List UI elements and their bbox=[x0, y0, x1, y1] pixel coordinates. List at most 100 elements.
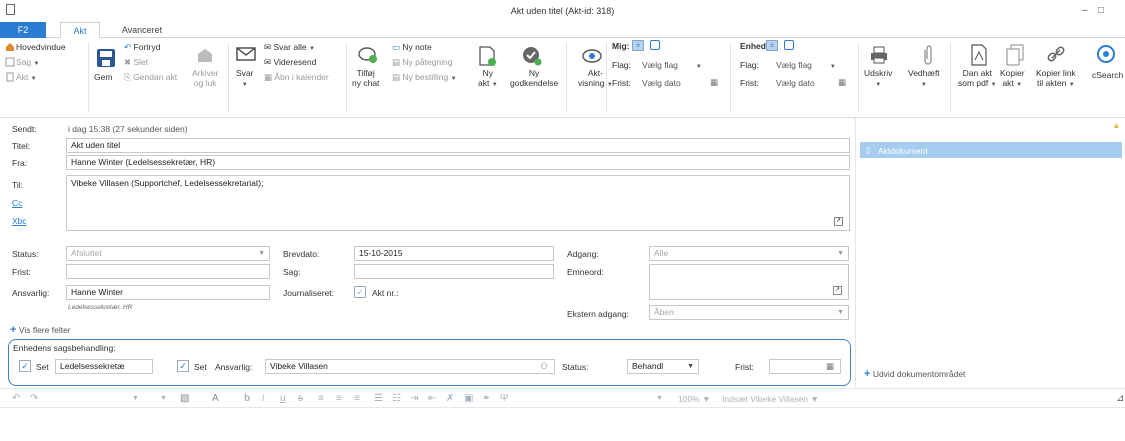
ext-access-select[interactable]: Åben ▼ bbox=[649, 305, 849, 320]
font-dropdown[interactable]: ▼ bbox=[132, 395, 139, 402]
insert-select[interactable]: Indsæt Vibeke Villasen ▼ bbox=[722, 394, 819, 404]
delete-button[interactable]: ✖ Slet bbox=[124, 57, 148, 68]
expand-documents-link[interactable]: + Udvid dokumentområdet bbox=[864, 368, 965, 380]
bold-icon[interactable]: b bbox=[244, 393, 250, 404]
case-field[interactable] bbox=[354, 264, 554, 279]
new-note-button[interactable]: ▭ Ny note bbox=[392, 42, 432, 53]
minimize-button[interactable]: – bbox=[1082, 5, 1088, 16]
align-left-icon[interactable]: ≡ bbox=[318, 393, 324, 404]
add-chat-button[interactable]: Tilføj ny chat bbox=[352, 68, 379, 88]
size-dropdown[interactable]: ▼ bbox=[160, 395, 167, 402]
print-button[interactable]: Udskriv ▼ bbox=[864, 68, 892, 90]
keywords-field[interactable]: ↗ bbox=[649, 264, 849, 300]
case-button[interactable]: Sag ▼ bbox=[16, 57, 39, 67]
clear-format-icon[interactable]: ✗ bbox=[446, 393, 454, 404]
letterdate-field[interactable]: 15-10-2015 bbox=[354, 246, 554, 261]
order-icon: ▤ bbox=[392, 72, 401, 82]
me-flag-select[interactable]: Vælg flag ▼ bbox=[642, 60, 702, 70]
list-icon[interactable]: ☰ bbox=[374, 393, 383, 404]
special-char-icon[interactable]: Ψ bbox=[500, 393, 508, 404]
reply-all-button[interactable]: ✉ Svar alle ▼ bbox=[264, 42, 315, 53]
copy-akt-button[interactable]: Kopier akt ▼ bbox=[1000, 68, 1025, 90]
tab-f2[interactable]: F2 bbox=[0, 22, 46, 38]
new-approval-button[interactable]: Ny godkendelse bbox=[510, 68, 558, 88]
restore-button[interactable]: ⎘ Gendan akt bbox=[124, 72, 177, 83]
to-recipient[interactable]: Vibeke Villasen (Supportchef, Ledelsesse… bbox=[71, 178, 263, 188]
deadline-field[interactable] bbox=[66, 264, 270, 279]
csearch-button[interactable]: cSearch bbox=[1092, 70, 1123, 80]
recipients-field[interactable]: Vibeke Villasen (Supportchef, Ledelsesse… bbox=[66, 175, 850, 231]
zoom-select[interactable]: 100% ▼ bbox=[678, 394, 711, 404]
undo-icon[interactable]: ↶ bbox=[12, 393, 20, 404]
akt-button[interactable]: Akt ▼ bbox=[16, 72, 37, 82]
eye-icon bbox=[582, 49, 602, 63]
doc-item-label: Aktdokument bbox=[878, 146, 928, 156]
me-priority-icon[interactable]: ± bbox=[632, 40, 644, 51]
italic-icon[interactable]: i bbox=[262, 393, 264, 404]
unit-calendar-icon[interactable]: ▦ bbox=[838, 77, 846, 88]
maximize-button[interactable]: □ bbox=[1098, 5, 1104, 16]
document-list-item[interactable]: ▯ Aktdokument bbox=[860, 142, 1122, 158]
indent-icon[interactable]: ⇥ bbox=[410, 393, 418, 404]
align-right-icon[interactable]: ≡ bbox=[354, 393, 360, 404]
unit-task-icon[interactable] bbox=[784, 40, 794, 50]
redo-button[interactable]: ↶ Fortryd bbox=[124, 42, 160, 53]
new-akt-button[interactable]: Ny akt ▼ bbox=[478, 68, 498, 90]
unit-date-field[interactable]: Vælg dato bbox=[776, 78, 815, 88]
new-order-button[interactable]: ▤ Ny bestilling ▼ bbox=[392, 72, 457, 83]
numbered-list-icon[interactable]: ☷ bbox=[392, 393, 401, 404]
save-button[interactable]: Gem bbox=[94, 72, 112, 82]
expand-icon[interactable]: ↗ bbox=[834, 217, 843, 226]
tab-advanced[interactable]: Avanceret bbox=[112, 22, 172, 38]
strike-icon[interactable]: s bbox=[298, 393, 303, 404]
link-icon[interactable]: ⚭ bbox=[482, 393, 490, 404]
status-select[interactable]: Afsluttet ▼ bbox=[66, 246, 270, 261]
casework-status-select[interactable]: Behandl ▼ bbox=[627, 359, 699, 374]
responsible-field[interactable]: Hanne Winter bbox=[66, 285, 270, 300]
pin-icon[interactable]: ⊿ bbox=[1116, 393, 1124, 404]
highlight-icon[interactable]: ▧ bbox=[180, 393, 189, 404]
underline-icon[interactable]: u bbox=[280, 393, 286, 404]
unit-flag-select[interactable]: Vælg flag ▼ bbox=[776, 60, 836, 70]
open-calendar-button[interactable]: ▦ Åbn i kalender bbox=[264, 72, 329, 83]
copy-link-button[interactable]: Kopier link til akten ▼ bbox=[1036, 68, 1076, 90]
zoom-dropdown-caret[interactable]: ▼ bbox=[656, 395, 663, 402]
font-color-icon[interactable]: A bbox=[212, 393, 219, 404]
from-field[interactable]: Hanne Winter (Ledelsessekretær, HR) bbox=[66, 155, 850, 170]
me-task-icon[interactable] bbox=[650, 40, 660, 50]
endorsement-icon: ▤ bbox=[392, 57, 401, 67]
tab-akt[interactable]: Akt bbox=[60, 22, 100, 38]
case-icon bbox=[5, 57, 15, 67]
pdf-button[interactable]: Dan akt som pdf ▼ bbox=[958, 68, 997, 90]
reply-button[interactable]: Svar ▼ bbox=[236, 68, 253, 90]
casework-deadline-field[interactable]: ▦ bbox=[769, 359, 841, 374]
ribbon: Hovedvindue Sag ▼ Akt ▼ Gem ↶ Fortryd ✖ … bbox=[0, 38, 1125, 118]
casework-responsible-field[interactable]: Vibeke Villasen ⚇ bbox=[265, 359, 555, 374]
expand-icon[interactable]: ↗ bbox=[833, 286, 842, 295]
unit-priority-icon[interactable]: ± bbox=[766, 40, 778, 51]
new-endorsement-button[interactable]: ▤ Ny påtegning bbox=[392, 57, 453, 68]
me-calendar-icon[interactable]: ▦ bbox=[710, 77, 718, 88]
image-icon[interactable]: ▣ bbox=[464, 393, 473, 404]
access-select[interactable]: Alle ▼ bbox=[649, 246, 849, 261]
calendar-icon[interactable]: ▦ bbox=[826, 360, 834, 373]
forward-button[interactable]: ✉ Videresend bbox=[264, 57, 316, 68]
home-button[interactable]: Hovedvindue bbox=[16, 42, 66, 52]
archive-button[interactable]: Arkiver og luk bbox=[192, 68, 218, 88]
set-responsible-checkbox[interactable]: ✓ bbox=[177, 360, 189, 372]
journal-checkbox[interactable]: ✓ bbox=[354, 286, 366, 298]
more-fields-link[interactable]: + Vis flere felter bbox=[10, 324, 71, 336]
unit-field[interactable]: Ledelsessekretæ bbox=[55, 359, 153, 374]
me-date-field[interactable]: Vælg dato bbox=[642, 78, 681, 88]
attach-button[interactable]: Vedhæft ▼ bbox=[908, 68, 940, 90]
cc-link[interactable]: Cc bbox=[12, 198, 22, 208]
set-unit-checkbox[interactable]: ✓ bbox=[19, 360, 31, 372]
title-field[interactable]: Akt uden titel bbox=[66, 138, 850, 153]
align-center-icon[interactable]: ≡ bbox=[336, 393, 342, 404]
people-icon[interactable]: ⚇ bbox=[540, 360, 548, 373]
akt-view-button[interactable]: Akt-visning ▼ bbox=[578, 68, 613, 90]
access-label: Adgang: bbox=[567, 249, 599, 259]
outdent-icon[interactable]: ⇤ bbox=[428, 393, 436, 404]
bcc-link[interactable]: Xbc bbox=[12, 216, 27, 226]
redo-icon[interactable]: ↷ bbox=[30, 393, 38, 404]
